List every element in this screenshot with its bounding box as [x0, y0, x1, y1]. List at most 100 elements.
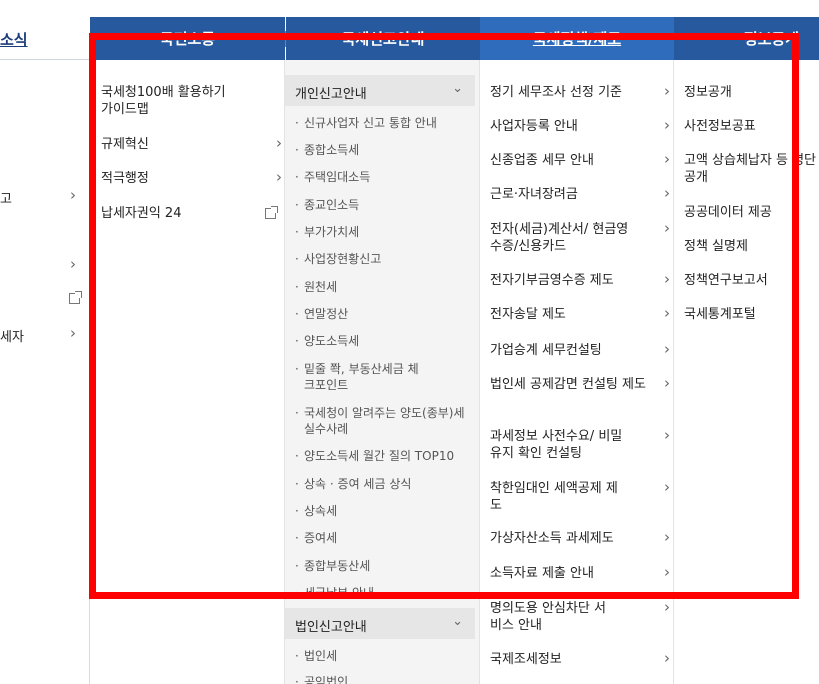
submenu-item[interactable]: 상속세 [295, 503, 338, 519]
left-menu-item-b-label: 세자 [0, 330, 24, 345]
menu-item-label: 가업승계 세무컨설팅 [490, 343, 602, 358]
left-menu-item-b[interactable]: 세자 [0, 326, 24, 345]
tab-tax-policy[interactable]: 국세정책/제도 [480, 17, 674, 60]
menu-item[interactable]: 사전정보공표 [684, 118, 819, 135]
submenu-item-label: 양도소득세 월간 질의 TOP10 [304, 449, 455, 463]
menu-item-label: 고액 상습체납자 등 명단공개 [684, 153, 816, 185]
menu-item-label: 소득자료 제출 안내 [490, 566, 594, 581]
submenu-item[interactable]: 공익법인 [295, 674, 348, 684]
submenu-item[interactable]: 밑줄 쫙, 부동산세금 체크포인트 [295, 361, 427, 393]
menu-item-label: 국세통계포털 [684, 307, 756, 322]
group-header-individual-filing[interactable]: 개인신고안내 ⌄ [285, 75, 475, 106]
menu-item[interactable]: 사업자등록 안내 › [490, 117, 670, 135]
submenu-item[interactable]: 종합소득세 [295, 142, 360, 158]
submenu-item[interactable]: 부가가치세 [295, 224, 359, 240]
menu-item[interactable]: 전자(세금)계산서/ 현금영수증/신용카드 › [490, 220, 670, 255]
menu-item[interactable]: 소득자료 제출 안내 › [490, 564, 670, 582]
submenu-item[interactable]: 상속 · 증여 세금 상식 [295, 476, 412, 492]
tab-communication[interactable]: 국민소통 [90, 17, 285, 60]
submenu-item[interactable]: 원천세 [295, 279, 337, 295]
chevron-down-icon: ⌄ [452, 81, 463, 96]
submenu-item[interactable]: 국세청이 알려주는 양도(종부)세 실수사례 [295, 405, 472, 437]
chevron-right-icon: › [664, 563, 670, 581]
top-nav-left-label[interactable]: 소식 [0, 29, 28, 50]
menu-item[interactable]: 정책연구보고서 [684, 272, 819, 289]
menu-item-label: 공공데이터 제공 [684, 205, 772, 220]
submenu-item[interactable]: 양도소득세 월간 질의 TOP10 [295, 448, 455, 464]
submenu-item-label: 연말정산 [304, 307, 349, 321]
menu-item-proactive-administration[interactable]: 적극행정 › [101, 168, 282, 187]
submenu-item[interactable]: 연말정산 [295, 306, 349, 322]
left-partial-column: 고 › › 세자 › [0, 60, 90, 684]
menu-item-label: 명의도용 안심차단 서비스 안내 [490, 601, 606, 633]
menu-item[interactable]: 정책 실명제 [684, 238, 819, 255]
submenu-item[interactable]: 주택임대소득 [295, 169, 371, 185]
tab-information-disclosure[interactable]: 정보공개 [674, 17, 819, 60]
menu-item[interactable]: 국세통계포털 [684, 306, 819, 323]
menu-item[interactable]: 가업승계 세무컨설팅 › [490, 341, 670, 359]
menu-item-label: 정기 세무조사 선정 기준 [490, 85, 622, 100]
submenu-item[interactable]: 신규사업자 신고 통합 안내 [295, 115, 437, 131]
submenu-item[interactable]: 세금납부 안내 [295, 585, 374, 601]
submenu-item-label: 종합소득세 [304, 143, 360, 157]
menu-item-label: 근로·자녀장려금 [490, 187, 578, 202]
submenu-item-label: 상속세 [304, 504, 338, 518]
menu-item-label: 전자기부금영수증 제도 [490, 273, 614, 288]
menu-item-label: 정책연구보고서 [684, 273, 768, 288]
menu-item[interactable]: 과세정보 사전수요/ 비밀유지 확인 컨설팅 › [490, 427, 670, 462]
left-menu-item-a[interactable]: 고 [0, 188, 12, 207]
menu-item-regulation-innovation[interactable]: 규제혁신 › [101, 135, 282, 153]
chevron-right-icon: › [664, 426, 670, 444]
submenu-item-label: 상속 · 증여 세금 상식 [304, 477, 412, 491]
menu-item-label: 과세정보 사전수요/ 비밀유지 확인 컨설팅 [490, 429, 623, 461]
menu-item-label: 정보공개 [684, 85, 732, 100]
menu-item-label: 착한임대인 세액공제 제도 [490, 481, 618, 513]
menu-item[interactable]: 법인세 공제감면 컨설팅 제도 › [490, 375, 670, 393]
menu-item-label: 신종업종 세무 안내 [490, 153, 594, 168]
menu-column-tax-policy: 정기 세무조사 선정 기준 › 사업자등록 안내 › 신종업종 세무 안내 › 근로·… [480, 60, 674, 684]
menu-item[interactable]: 전자기부금영수증 제도 › [490, 271, 670, 289]
chevron-down-icon: ⌄ [452, 614, 463, 629]
submenu-item-label: 종교인소득 [304, 198, 360, 212]
submenu-item[interactable]: 법인세 [295, 648, 338, 664]
menu-item[interactable]: 착한임대인 세액공제 제도 › [490, 479, 670, 514]
submenu-item[interactable]: 종합부동산세 [295, 558, 370, 574]
group-header-corporate-filing[interactable]: 법인신고안내 ⌄ [285, 608, 475, 639]
menu-item-label: 전자송달 제도 [490, 307, 566, 322]
menu-item[interactable]: 국제조세정보 › [490, 650, 670, 668]
chevron-right-icon: › [276, 168, 282, 186]
menu-item[interactable]: 가상자산소득 과세제도 › [490, 529, 670, 547]
group-header-corporate-filing-label: 법인신고안내 [295, 620, 367, 635]
chevron-right-icon: › [664, 649, 670, 667]
external-link-icon [265, 206, 278, 219]
menu-item[interactable]: 전자송달 제도 › [490, 305, 670, 323]
menu-item[interactable]: 근로·자녀장려금 › [490, 185, 670, 203]
submenu-item-label: 법인세 [304, 649, 338, 663]
submenu-item[interactable]: 종교인소득 [295, 197, 360, 213]
menu-item[interactable]: 정보공개 [684, 84, 819, 101]
external-link-icon[interactable] [69, 291, 82, 304]
chevron-right-icon[interactable]: › [70, 255, 76, 273]
submenu-item[interactable]: 양도소득세 [295, 333, 360, 349]
menu-column-tax-filing-guide: 개인신고안내 ⌄ 신규사업자 신고 통합 안내 종합소득세 주택임대소득 종교인… [285, 60, 480, 684]
chevron-right-icon: › [664, 528, 670, 546]
menu-item[interactable]: 고액 상습체납자 등 명단공개 [684, 152, 819, 186]
submenu-item[interactable]: 증여세 [295, 530, 338, 546]
submenu-item-label: 주택임대소득 [304, 170, 371, 184]
tab-tax-policy-label: 국세정책/제도 [532, 30, 622, 48]
menu-item[interactable]: 명의도용 안심차단 서비스 안내 › [490, 599, 670, 634]
tab-communication-label: 국민소통 [159, 30, 216, 48]
menu-item-proactive-administration-label: 적극행정 [101, 171, 149, 186]
chevron-right-icon: › [70, 186, 76, 204]
tab-tax-filing-guide[interactable]: 국세신고안내 [286, 17, 480, 60]
menu-item[interactable]: 공공데이터 제공 [684, 204, 819, 221]
menu-item-guide-map[interactable]: 국세청100배 활용하기 가이드맵 [101, 84, 241, 118]
menu-item[interactable]: 신종업종 세무 안내 › [490, 151, 670, 169]
chevron-right-icon: › [664, 150, 670, 168]
submenu-item-label: 증여세 [304, 531, 338, 545]
submenu-item-label: 양도소득세 [304, 334, 360, 348]
submenu-item[interactable]: 사업장현황신고 [295, 251, 381, 267]
menu-item[interactable]: 정기 세무조사 선정 기준 › [490, 83, 670, 101]
top-nav-left[interactable]: 소식 [0, 17, 90, 60]
menu-item-taxpayer-rights[interactable]: 납세자권익 24 [101, 205, 281, 222]
